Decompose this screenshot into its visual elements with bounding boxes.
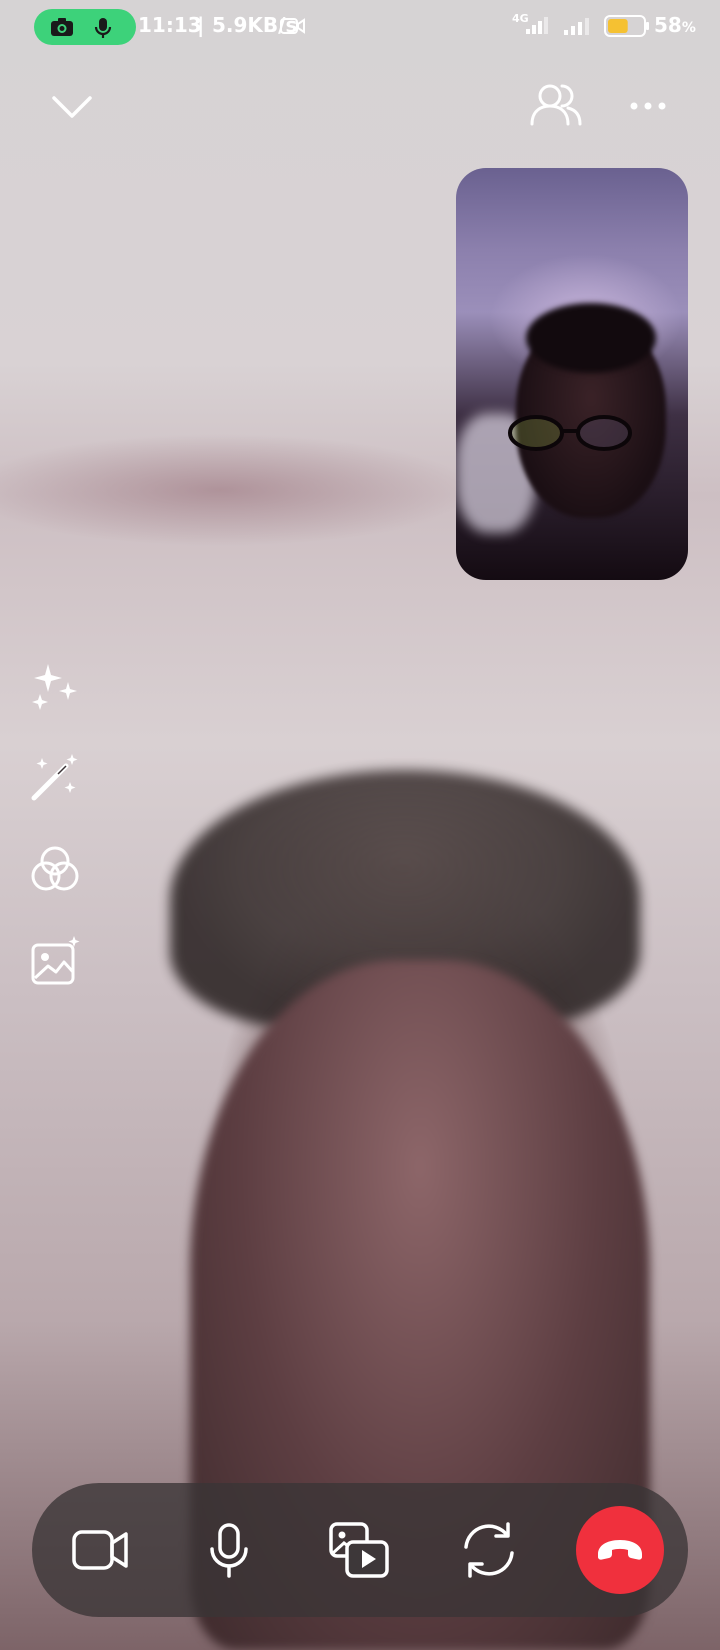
status-separator: | [197,13,205,37]
self-video-hair [526,303,656,373]
share-media-button[interactable] [314,1505,404,1595]
call-controls-bar [32,1483,688,1617]
microphone-icon [210,1523,248,1578]
color-filter-icon [31,846,79,891]
status-bar: 11:13 | 5.9KB/s 4G 58% [0,0,720,52]
sparkles-icon [32,664,77,710]
video-status-icon [280,18,305,34]
battery-percent-value: 58 [654,13,682,37]
minimize-call-button[interactable] [48,88,96,124]
switch-camera-icon [464,1522,514,1578]
battery-percent: 58% [654,13,696,37]
battery-icon [604,15,649,37]
camera-icon [51,18,73,36]
toggle-mic-button[interactable] [184,1505,274,1595]
switch-camera-button[interactable] [444,1505,534,1595]
status-time: 11:13 [138,13,202,37]
beauty-button[interactable] [30,660,80,710]
recording-indicator[interactable] [34,9,136,45]
toggle-camera-button[interactable] [54,1505,144,1595]
signal-icon [564,18,589,35]
background-button[interactable] [30,936,80,986]
end-call-icon [598,1540,642,1560]
magic-wand-icon [31,754,78,801]
video-camera-icon [72,1530,128,1570]
self-video-glasses [508,415,632,451]
end-call-button[interactable] [576,1506,664,1594]
battery-fill [608,19,628,33]
more-icon [630,102,666,110]
battery-percent-sign: % [681,20,696,36]
participants-button[interactable] [528,80,584,130]
background-image-icon [31,936,80,985]
chevron-down-icon [52,96,92,118]
microphone-icon [94,18,112,38]
participants-icon [530,84,582,126]
self-video-preview[interactable] [456,168,688,580]
more-options-button[interactable] [626,94,670,118]
filters-button[interactable] [30,844,80,894]
effects-button[interactable] [30,752,80,802]
share-media-icon [329,1522,389,1578]
